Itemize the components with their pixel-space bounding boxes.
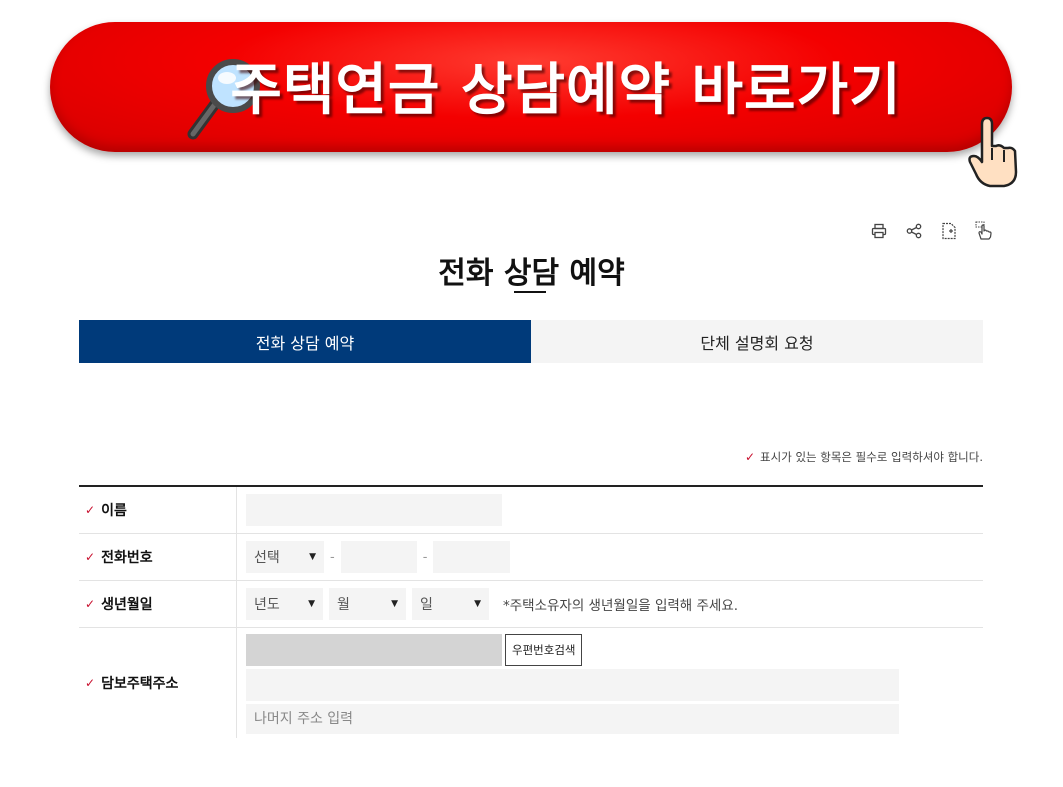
print-icon[interactable] xyxy=(870,220,888,242)
zip-code-input[interactable] xyxy=(246,634,502,666)
name-input[interactable] xyxy=(246,494,502,526)
reservation-tabs: 전화 상담 예약 단체 설명회 요청 xyxy=(79,320,983,363)
share-icon[interactable] xyxy=(905,220,923,242)
required-field-note: ✓ 표시가 있는 항목은 필수로 입력하셔야 합니다. xyxy=(745,449,983,465)
hand-cursor-icon[interactable] xyxy=(975,220,993,242)
form-row-address: ✓ 담보주택주소 우편번호검색 xyxy=(79,628,983,738)
document-icon[interactable] xyxy=(940,220,958,242)
address-fields: 우편번호검색 xyxy=(246,634,899,734)
field-cell xyxy=(237,487,983,533)
address-main-input[interactable] xyxy=(246,669,899,701)
dropdown-arrow-icon: ▼ xyxy=(309,552,316,562)
birth-day-select[interactable]: 일 ▼ xyxy=(412,588,489,620)
tab-group-briefing[interactable]: 단체 설명회 요청 xyxy=(531,320,983,363)
birth-month-value: 월 xyxy=(337,597,350,613)
zip-line: 우편번호검색 xyxy=(246,634,899,666)
dropdown-arrow-icon: ▼ xyxy=(391,599,398,609)
birthdate-label: 생년월일 xyxy=(101,597,153,613)
zip-search-button[interactable]: 우편번호검색 xyxy=(505,634,583,666)
field-cell: 년도 ▼ 월 ▼ 일 ▼ *주택소유자의 생년월일을 입력해 주세요. xyxy=(237,581,983,627)
form-row-name: ✓ 이름 xyxy=(79,487,983,534)
tab-phone-consultation[interactable]: 전화 상담 예약 xyxy=(79,320,531,363)
phone-prefix-value: 선택 xyxy=(254,550,280,566)
dropdown-arrow-icon: ▼ xyxy=(474,599,481,609)
label-cell: ✓ 이름 xyxy=(79,487,237,533)
field-cell: 선택 ▼ - - xyxy=(237,534,983,580)
phone-prefix-select[interactable]: 선택 ▼ xyxy=(246,541,324,573)
birthdate-hint: *주택소유자의 생년월일을 입력해 주세요. xyxy=(503,598,739,614)
phone-separator: - xyxy=(330,549,335,565)
reservation-form: ✓ 이름 ✓ 전화번호 선택 ▼ - - ✓ 생년월일 년도 ▼ 월 ▼ 일 ▼… xyxy=(79,485,983,738)
required-note-text: 표시가 있는 항목은 필수로 입력하셔야 합니다. xyxy=(760,450,983,464)
page-title: 전화 상담 예약 xyxy=(438,256,625,291)
address-detail-input[interactable] xyxy=(246,704,899,734)
required-check-icon: ✓ xyxy=(85,597,96,611)
required-check-icon: ✓ xyxy=(85,676,96,690)
form-row-phone: ✓ 전화번호 선택 ▼ - - xyxy=(79,534,983,581)
phone-separator: - xyxy=(422,549,428,565)
reservation-shortcut-banner[interactable]: 주택연금 상담예약 바로가기 xyxy=(50,22,1018,188)
dropdown-arrow-icon: ▼ xyxy=(308,599,315,609)
phone-label: 전화번호 xyxy=(101,550,153,566)
address-label: 담보주택주소 xyxy=(101,676,179,692)
label-cell: ✓ 전화번호 xyxy=(79,534,237,580)
phone-last-input[interactable] xyxy=(433,541,511,573)
required-check-icon: ✓ xyxy=(85,550,96,564)
required-check-icon: ✓ xyxy=(85,503,96,517)
name-label: 이름 xyxy=(101,503,127,519)
birth-year-select[interactable]: 년도 ▼ xyxy=(246,588,323,620)
birth-year-value: 년도 xyxy=(254,597,280,613)
utility-toolbar xyxy=(870,220,1000,244)
birth-month-select[interactable]: 월 ▼ xyxy=(329,588,406,620)
pointing-hand-icon xyxy=(968,116,1018,188)
form-row-birthdate: ✓ 생년월일 년도 ▼ 월 ▼ 일 ▼ *주택소유자의 생년월일을 입력해 주세… xyxy=(79,581,983,628)
birth-day-value: 일 xyxy=(420,597,433,613)
required-check-icon: ✓ xyxy=(744,450,756,464)
label-cell: ✓ 담보주택주소 xyxy=(79,628,237,738)
field-cell: 우편번호검색 xyxy=(237,628,983,738)
label-cell: ✓ 생년월일 xyxy=(79,581,237,627)
title-underline xyxy=(514,291,546,293)
banner-title[interactable]: 주택연금 상담예약 바로가기 xyxy=(230,45,901,126)
phone-middle-input[interactable] xyxy=(340,541,417,573)
